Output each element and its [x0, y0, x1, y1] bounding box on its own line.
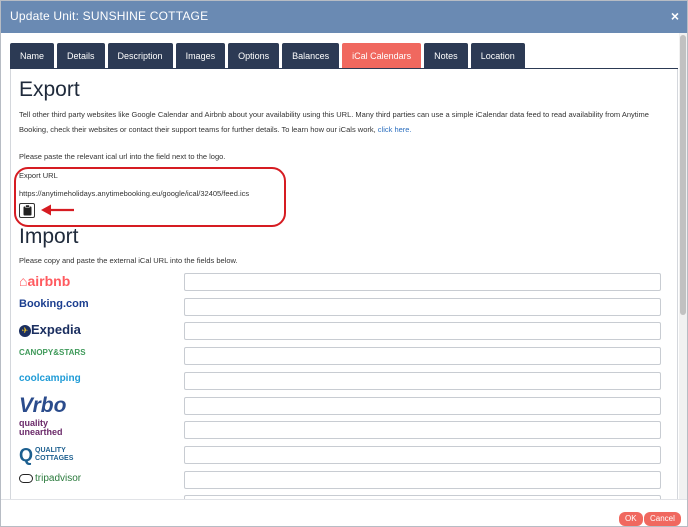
owl-icon	[19, 473, 33, 483]
quality-unearthed-ical-input[interactable]	[184, 421, 661, 439]
tab-description[interactable]: Description	[107, 43, 173, 69]
export-intro: Tell other third party websites like Goo…	[19, 110, 649, 134]
scrollbar-thumb[interactable]	[680, 35, 686, 315]
update-unit-dialog: Update Unit: SUNSHINE COTTAGE × Name Det…	[0, 0, 688, 527]
vrbo-logo: Vrbo	[19, 394, 67, 417]
expedia-ical-input[interactable]	[184, 322, 661, 340]
tab-options[interactable]: Options	[228, 43, 280, 69]
tab-ical-calendars[interactable]: iCal Calendars	[342, 43, 422, 69]
dialog-footer: OK Cancel	[1, 499, 687, 526]
booking-ical-input[interactable]	[184, 298, 661, 316]
copy-url-button[interactable]	[19, 203, 35, 218]
vrbo-ical-input[interactable]	[184, 397, 661, 415]
expedia-icon: ✈	[19, 324, 31, 337]
dialog-title: Update Unit: SUNSHINE COTTAGE	[10, 9, 209, 23]
dialog-scrollbar[interactable]	[679, 33, 687, 499]
tab-location[interactable]: Location	[470, 43, 525, 69]
export-heading: Export	[19, 78, 80, 101]
tab-notes[interactable]: Notes	[424, 43, 468, 69]
canopy-stars-logo: CANOPY&STARS	[19, 348, 86, 357]
export-url: https://anytimeholidays.anytimebooking.e…	[19, 189, 250, 198]
import-instruction: Please copy and paste the external iCal …	[19, 256, 238, 265]
red-arrow-icon	[41, 204, 74, 216]
export-url-label: Export URL	[19, 171, 58, 180]
quality-cottages-ical-input[interactable]	[184, 446, 661, 464]
ok-button[interactable]: OK	[619, 512, 643, 526]
canopy-stars-ical-input[interactable]	[184, 347, 661, 365]
export-instruction: Please paste the relevant ical url into …	[19, 152, 226, 161]
expedia-logo: ✈ Expedia	[19, 322, 81, 337]
coolcamping-logo: coolcamping	[19, 373, 81, 384]
tripadvisor-logo: tripadvisor	[19, 473, 81, 484]
tab-bar: Name Details Description Images Options …	[10, 43, 525, 69]
airbnb-logo: ⌂airbnb	[19, 273, 71, 289]
clipboard-icon	[23, 205, 31, 216]
airbnb-ical-input[interactable]	[184, 273, 661, 291]
quality-cottages-icon: Q	[19, 445, 34, 465]
dialog-titlebar: Update Unit: SUNSHINE COTTAGE ×	[1, 1, 687, 33]
import-heading: Import	[19, 225, 79, 248]
quality-unearthed-logo: quality unearthed	[19, 418, 63, 437]
tab-images[interactable]: Images	[175, 43, 226, 69]
close-icon[interactable]: ×	[671, 8, 679, 24]
tab-details[interactable]: Details	[57, 43, 105, 69]
cancel-button[interactable]: Cancel	[644, 512, 681, 526]
tripadvisor-ical-input[interactable]	[184, 471, 661, 489]
click-here-link[interactable]: click here.	[378, 125, 412, 134]
tab-balances[interactable]: Balances	[282, 43, 340, 69]
ical-content: Export Tell other third party websites l…	[10, 69, 678, 499]
quality-cottages-logo: Q QUALITY COTTAGES	[19, 445, 74, 465]
coolcamping-ical-input[interactable]	[184, 372, 661, 390]
tab-name[interactable]: Name	[10, 43, 55, 69]
booking-logo: Booking.com	[19, 298, 89, 310]
